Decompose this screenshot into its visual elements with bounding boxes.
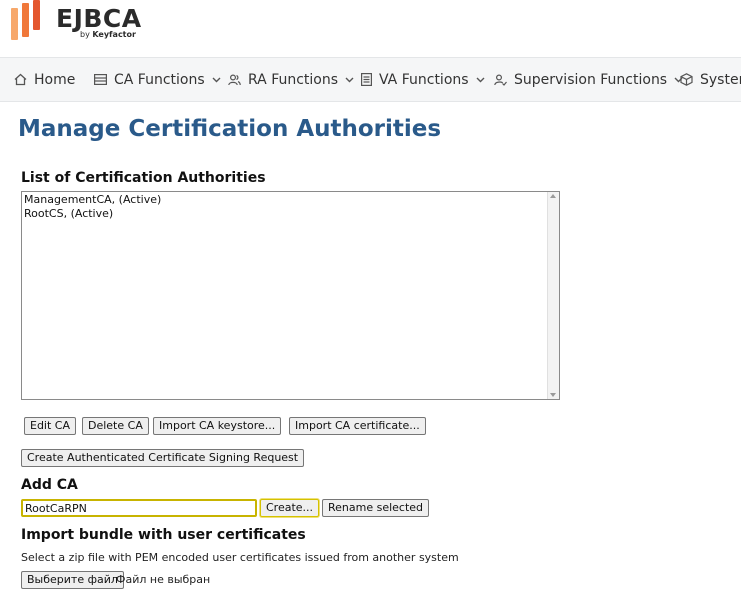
nav-ra-functions-label: RA Functions	[248, 71, 339, 88]
list-icon	[94, 74, 107, 85]
brand-name: EJBCA	[56, 4, 142, 33]
delete-ca-button[interactable]: Delete CA	[82, 417, 149, 435]
nav-home[interactable]: Home	[14, 58, 75, 101]
page-title: Manage Certification Authorities	[18, 116, 442, 142]
nav-ra-functions[interactable]: RA Functions	[228, 58, 354, 101]
cube-icon	[680, 73, 693, 86]
create-ca-button[interactable]: Create...	[260, 499, 320, 517]
nav-system-label: System	[700, 71, 741, 88]
tagline-company: Keyfactor	[92, 30, 136, 39]
nav-va-functions-label: VA Functions	[379, 71, 469, 88]
edit-ca-button[interactable]: Edit CA	[24, 417, 77, 435]
add-ca-heading: Add CA	[21, 477, 78, 493]
chevron-down-icon	[345, 77, 354, 82]
home-icon	[14, 73, 27, 86]
scroll-down-arrow-icon[interactable]	[550, 393, 556, 397]
import-bundle-description: Select a zip file with PEM encoded user …	[21, 551, 459, 564]
main-navbar: Home CA Functions RA Functions VA Functi…	[0, 57, 741, 102]
choose-file-button[interactable]: Выберите файл	[21, 571, 124, 589]
nav-ca-functions-label: CA Functions	[114, 71, 205, 88]
nav-supervision-functions-label: Supervision Functions	[514, 71, 668, 88]
ca-list-option[interactable]: RootCS, (Active)	[24, 207, 113, 221]
ca-listbox[interactable]: ManagementCA, (Active) RootCS, (Active)	[21, 191, 560, 400]
scroll-up-arrow-icon[interactable]	[550, 194, 556, 198]
nav-va-functions[interactable]: VA Functions	[361, 58, 485, 101]
listbox-scrollbar[interactable]	[547, 192, 559, 399]
ca-list-heading: List of Certification Authorities	[21, 170, 266, 186]
import-bundle-heading: Import bundle with user certificates	[21, 527, 306, 543]
ca-list-option[interactable]: ManagementCA, (Active)	[24, 193, 161, 207]
ejbca-logo-icon[interactable]	[8, 0, 48, 44]
nav-ca-functions[interactable]: CA Functions	[94, 58, 221, 101]
document-icon	[361, 73, 372, 86]
create-csr-button[interactable]: Create Authenticated Certificate Signing…	[21, 449, 305, 467]
chevron-down-icon	[212, 77, 221, 82]
import-ca-certificate-button[interactable]: Import CA certificate...	[289, 417, 426, 435]
chevron-down-icon	[476, 77, 485, 82]
user-check-icon	[494, 73, 507, 86]
ca-name-input[interactable]	[21, 499, 257, 517]
brand-tagline: by Keyfactor	[80, 30, 136, 39]
users-icon	[228, 73, 241, 85]
tagline-prefix: by	[80, 30, 90, 39]
import-ca-keystore-button[interactable]: Import CA keystore...	[153, 417, 282, 435]
rename-selected-button[interactable]: Rename selected	[322, 499, 430, 517]
nav-supervision-functions[interactable]: Supervision Functions	[494, 58, 683, 101]
app-header: EJBCA by Keyfactor	[0, 0, 741, 56]
nav-home-label: Home	[34, 71, 76, 88]
no-file-selected-label: Файл не выбран	[116, 573, 211, 586]
nav-system[interactable]: System	[680, 58, 741, 101]
